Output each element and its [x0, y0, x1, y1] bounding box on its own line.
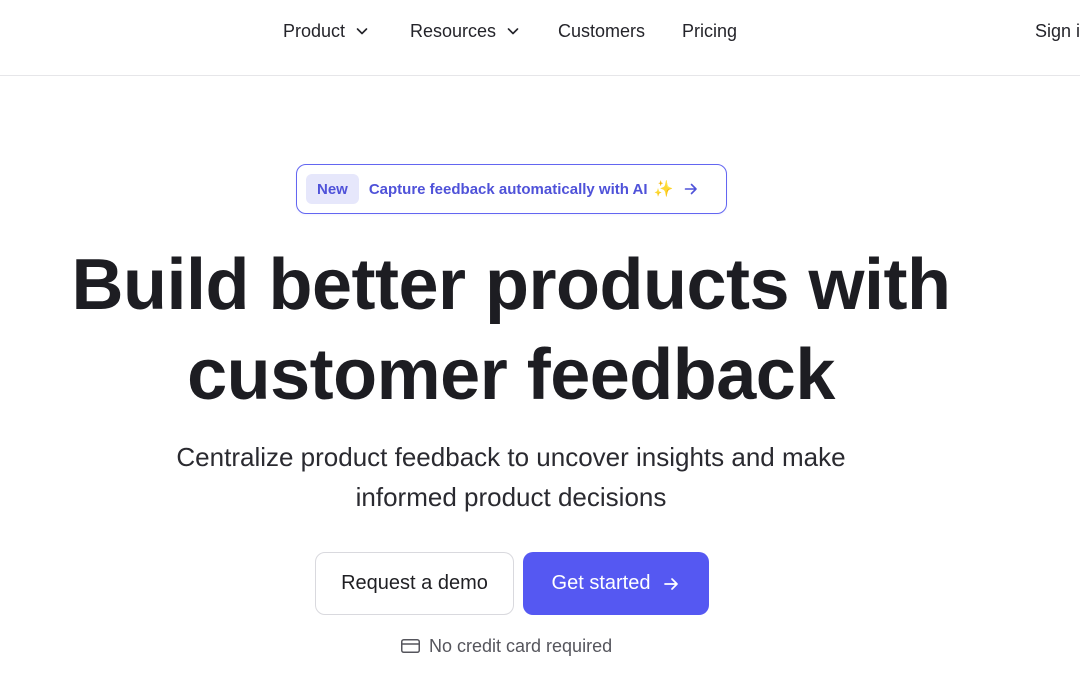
nav-pricing[interactable]: Pricing — [682, 19, 737, 43]
hero-title-line2: customer feedback — [187, 335, 835, 415]
no-credit-card-text: No credit card required — [429, 635, 613, 656]
get-started-label: Get started — [551, 572, 651, 594]
nav-customers[interactable]: Customers — [558, 19, 645, 43]
nav-product-label: Product — [283, 20, 346, 41]
announcement-message: Capture feedback automatically with AI — [368, 180, 648, 198]
landing-page: Product Resources Customers Pricing Sign… — [0, 0, 1080, 675]
nav-resources-label: Resources — [410, 20, 497, 41]
nav-pricing-label: Pricing — [682, 20, 738, 41]
no-credit-card-note: No credit card required — [401, 635, 612, 657]
hero-subtitle-line2: informed product decisions — [355, 482, 667, 512]
arrow-right-icon — [685, 183, 698, 195]
hero-subtitle: Centralize product feedback to uncover i… — [0, 437, 1022, 517]
new-badge: New — [306, 174, 359, 204]
nav-resources[interactable]: Resources — [410, 19, 520, 43]
hero-title-line1: Build better products with — [71, 245, 951, 325]
request-demo-label: Request a demo — [341, 572, 488, 594]
hero-title: Build better products with customer feed… — [0, 240, 1022, 420]
arrow-right-icon — [664, 577, 679, 590]
chevron-down-icon — [356, 28, 368, 35]
sparkles-icon: ✨ — [653, 181, 674, 198]
request-demo-button[interactable]: Request a demo — [315, 552, 514, 615]
announcement-banner[interactable]: New Capture feedback automatically with … — [296, 164, 727, 214]
signin-label: Sign i — [1035, 20, 1080, 41]
chevron-down-icon — [507, 28, 519, 35]
signin-link[interactable]: Sign i — [1035, 19, 1080, 43]
credit-card-icon — [401, 639, 420, 653]
nav-product[interactable]: Product — [283, 19, 369, 43]
top-nav: Product Resources Customers Pricing Sign… — [0, 0, 1080, 76]
nav-customers-label: Customers — [558, 20, 646, 41]
get-started-button[interactable]: Get started — [523, 552, 709, 615]
hero-subtitle-line1: Centralize product feedback to uncover i… — [176, 442, 846, 472]
